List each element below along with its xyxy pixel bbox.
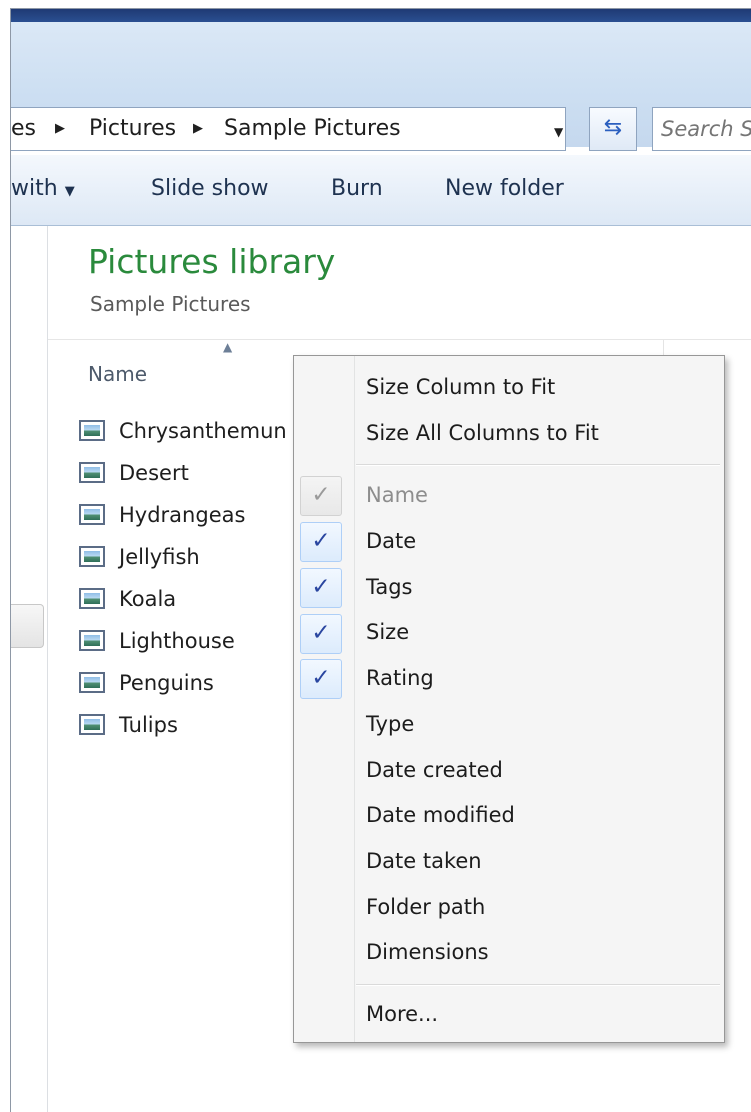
menu-item-type[interactable]: Type [366, 712, 414, 736]
image-file-icon [79, 462, 105, 483]
crumb-arrow-icon[interactable]: ▶ [55, 121, 65, 136]
check-icon: ✓ [300, 568, 342, 608]
menu-item-date-taken[interactable]: Date taken [366, 849, 482, 873]
file-item-koala[interactable]: Koala [79, 581, 309, 619]
check-icon: ✓ [300, 522, 342, 562]
menu-gutter-divider [354, 356, 355, 1042]
check-icon: ✓ [300, 476, 342, 516]
menu-item-date-created[interactable]: Date created [366, 758, 503, 782]
file-item-penguins[interactable]: Penguins [79, 665, 309, 703]
file-label: Desert [119, 461, 189, 485]
refresh-button[interactable]: ⇆ [589, 107, 637, 151]
menu-item-size[interactable]: Size [366, 620, 409, 644]
file-item-tulips[interactable]: Tulips [79, 707, 309, 745]
image-file-icon [79, 504, 105, 525]
menu-item-size-all-columns-to-fit[interactable]: Size All Columns to Fit [366, 421, 599, 445]
file-label: Tulips [119, 713, 178, 737]
slide-show-button[interactable]: Slide show [151, 176, 269, 201]
burn-button[interactable]: Burn [331, 176, 383, 201]
image-file-icon [79, 672, 105, 693]
file-label: Hydrangeas [119, 503, 246, 527]
file-label: Koala [119, 587, 177, 611]
menu-separator [356, 984, 720, 986]
address-bar[interactable]: es ▶ Pictures ▶ Sample Pictures ▼ [11, 107, 566, 151]
menu-item-folder-path[interactable]: Folder path [366, 895, 485, 919]
command-bar: with ▼ Slide show Burn New folder [11, 154, 751, 226]
address-dropdown-icon[interactable]: ▼ [554, 125, 563, 139]
file-label: Penguins [119, 671, 214, 695]
file-item-desert[interactable]: Desert [79, 455, 309, 493]
refresh-icon: ⇆ [603, 115, 623, 140]
share-with-button[interactable]: with ▼ [11, 176, 75, 201]
breadcrumb-libraries[interactable]: es [11, 116, 36, 141]
chevron-down-icon: ▼ [64, 184, 75, 199]
file-label: Chrysanthemun [119, 419, 287, 443]
image-file-icon [79, 420, 105, 441]
sort-ascending-icon: ▲ [223, 340, 233, 354]
image-file-icon [79, 714, 105, 735]
image-file-icon [79, 630, 105, 651]
crumb-arrow-icon[interactable]: ▶ [193, 121, 203, 136]
navigation-pane-button[interactable] [11, 604, 44, 648]
menu-item-size-column-to-fit[interactable]: Size Column to Fit [366, 375, 555, 399]
new-folder-button[interactable]: New folder [445, 176, 564, 201]
menu-item-dimensions[interactable]: Dimensions [366, 940, 489, 964]
column-context-menu: Size Column to Fit Size All Columns to F… [293, 355, 725, 1043]
window-chrome: es ▶ Pictures ▶ Sample Pictures ▼ ⇆ [11, 22, 751, 151]
search-box[interactable] [652, 107, 751, 151]
image-file-icon [79, 588, 105, 609]
menu-item-tags[interactable]: Tags [366, 575, 413, 599]
navigation-pane [11, 226, 48, 1112]
file-label: Lighthouse [119, 629, 235, 653]
menu-item-date-modified[interactable]: Date modified [366, 803, 515, 827]
menu-separator [356, 464, 720, 466]
file-item-jellyfish[interactable]: Jellyfish [79, 539, 309, 577]
file-label: Jellyfish [119, 545, 200, 569]
library-title: Pictures library [88, 242, 336, 281]
file-item-chrysanthemum[interactable]: Chrysanthemun [79, 413, 309, 451]
breadcrumb-sample-pictures[interactable]: Sample Pictures [224, 116, 401, 141]
menu-item-rating[interactable]: Rating [366, 666, 434, 690]
share-with-label: with [11, 176, 58, 201]
menu-item-name: Name [366, 483, 428, 507]
column-header-name[interactable]: Name [88, 362, 147, 386]
check-icon: ✓ [300, 659, 342, 699]
menu-item-date[interactable]: Date [366, 529, 416, 553]
file-item-lighthouse[interactable]: Lighthouse [79, 623, 309, 661]
menu-item-more[interactable]: More... [366, 1002, 438, 1026]
library-subtitle: Sample Pictures [90, 292, 251, 316]
image-file-icon [79, 546, 105, 567]
breadcrumb-pictures[interactable]: Pictures [89, 116, 176, 141]
search-input[interactable] [659, 114, 751, 144]
check-icon: ✓ [300, 614, 342, 654]
file-item-hydrangeas[interactable]: Hydrangeas [79, 497, 309, 535]
title-bar [11, 9, 751, 22]
